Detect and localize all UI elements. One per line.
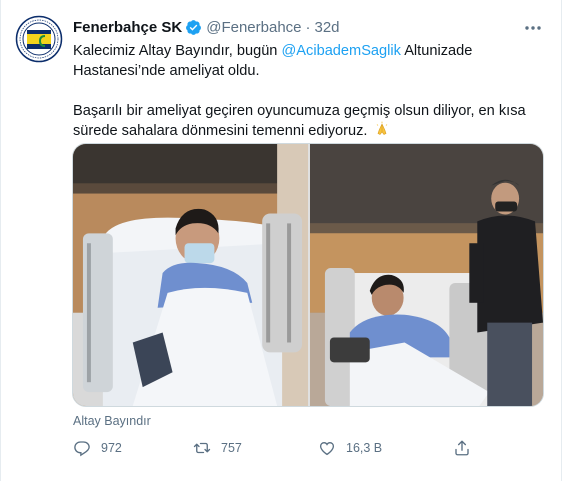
like-count: 16,3 B [346, 441, 383, 455]
photo-1-image [73, 144, 308, 406]
reply-button[interactable]: 972 [73, 439, 122, 457]
heart-icon [319, 441, 335, 456]
photo-hospital-bed-1[interactable] [73, 144, 308, 406]
fenerbahce-crest-icon [15, 15, 63, 63]
tweet-header: Fenerbahçe SK @Fenerbahce · 32d [73, 16, 545, 38]
author-name[interactable]: Fenerbahçe SK [73, 19, 182, 36]
tweet-card[interactable]: Fenerbahçe SK @Fenerbahce · 32d Kalecimi… [0, 0, 562, 481]
photo-2-image [310, 144, 543, 406]
separator-dot: · [305, 18, 311, 36]
photo-hospital-bed-2[interactable] [310, 144, 543, 406]
retweet-button[interactable]: 757 [193, 439, 242, 457]
tweet-text-para-2: Başarılı bir ameliyat geçiren oyuncumuza… [73, 103, 526, 139]
avatar[interactable] [15, 15, 63, 63]
timestamp[interactable]: 32d [315, 19, 340, 36]
tweet-actions: 972 757 16,3 B [73, 439, 493, 461]
retweet-icon [193, 442, 211, 454]
reply-icon [74, 441, 90, 457]
folded-hands-emoji-icon [376, 121, 387, 135]
tweet-text-part-1: Kalecimiz Altay Bayındır, bugün [73, 43, 282, 59]
retweet-count: 757 [221, 441, 242, 455]
media-grid [72, 143, 544, 407]
tweet-paragraph-1: Kalecimiz Altay Bayındır, bugün @Acibade… [73, 41, 543, 81]
tweet-paragraph-2: Başarılı bir ameliyat geçiren oyuncumuza… [73, 101, 543, 141]
mention-link[interactable]: @AcibademSaglik [281, 43, 400, 59]
tweet-text: Kalecimiz Altay Bayındır, bugün @Acibade… [73, 41, 543, 141]
share-icon [455, 440, 469, 456]
reply-count: 972 [101, 441, 122, 455]
tagged-user[interactable]: Altay Bayındır [73, 414, 151, 428]
like-button[interactable]: 16,3 B [318, 439, 382, 457]
more-options-icon[interactable] [523, 20, 543, 36]
share-button[interactable] [453, 439, 471, 457]
author-handle[interactable]: @Fenerbahce [206, 19, 301, 36]
verified-badge-icon [186, 19, 202, 35]
